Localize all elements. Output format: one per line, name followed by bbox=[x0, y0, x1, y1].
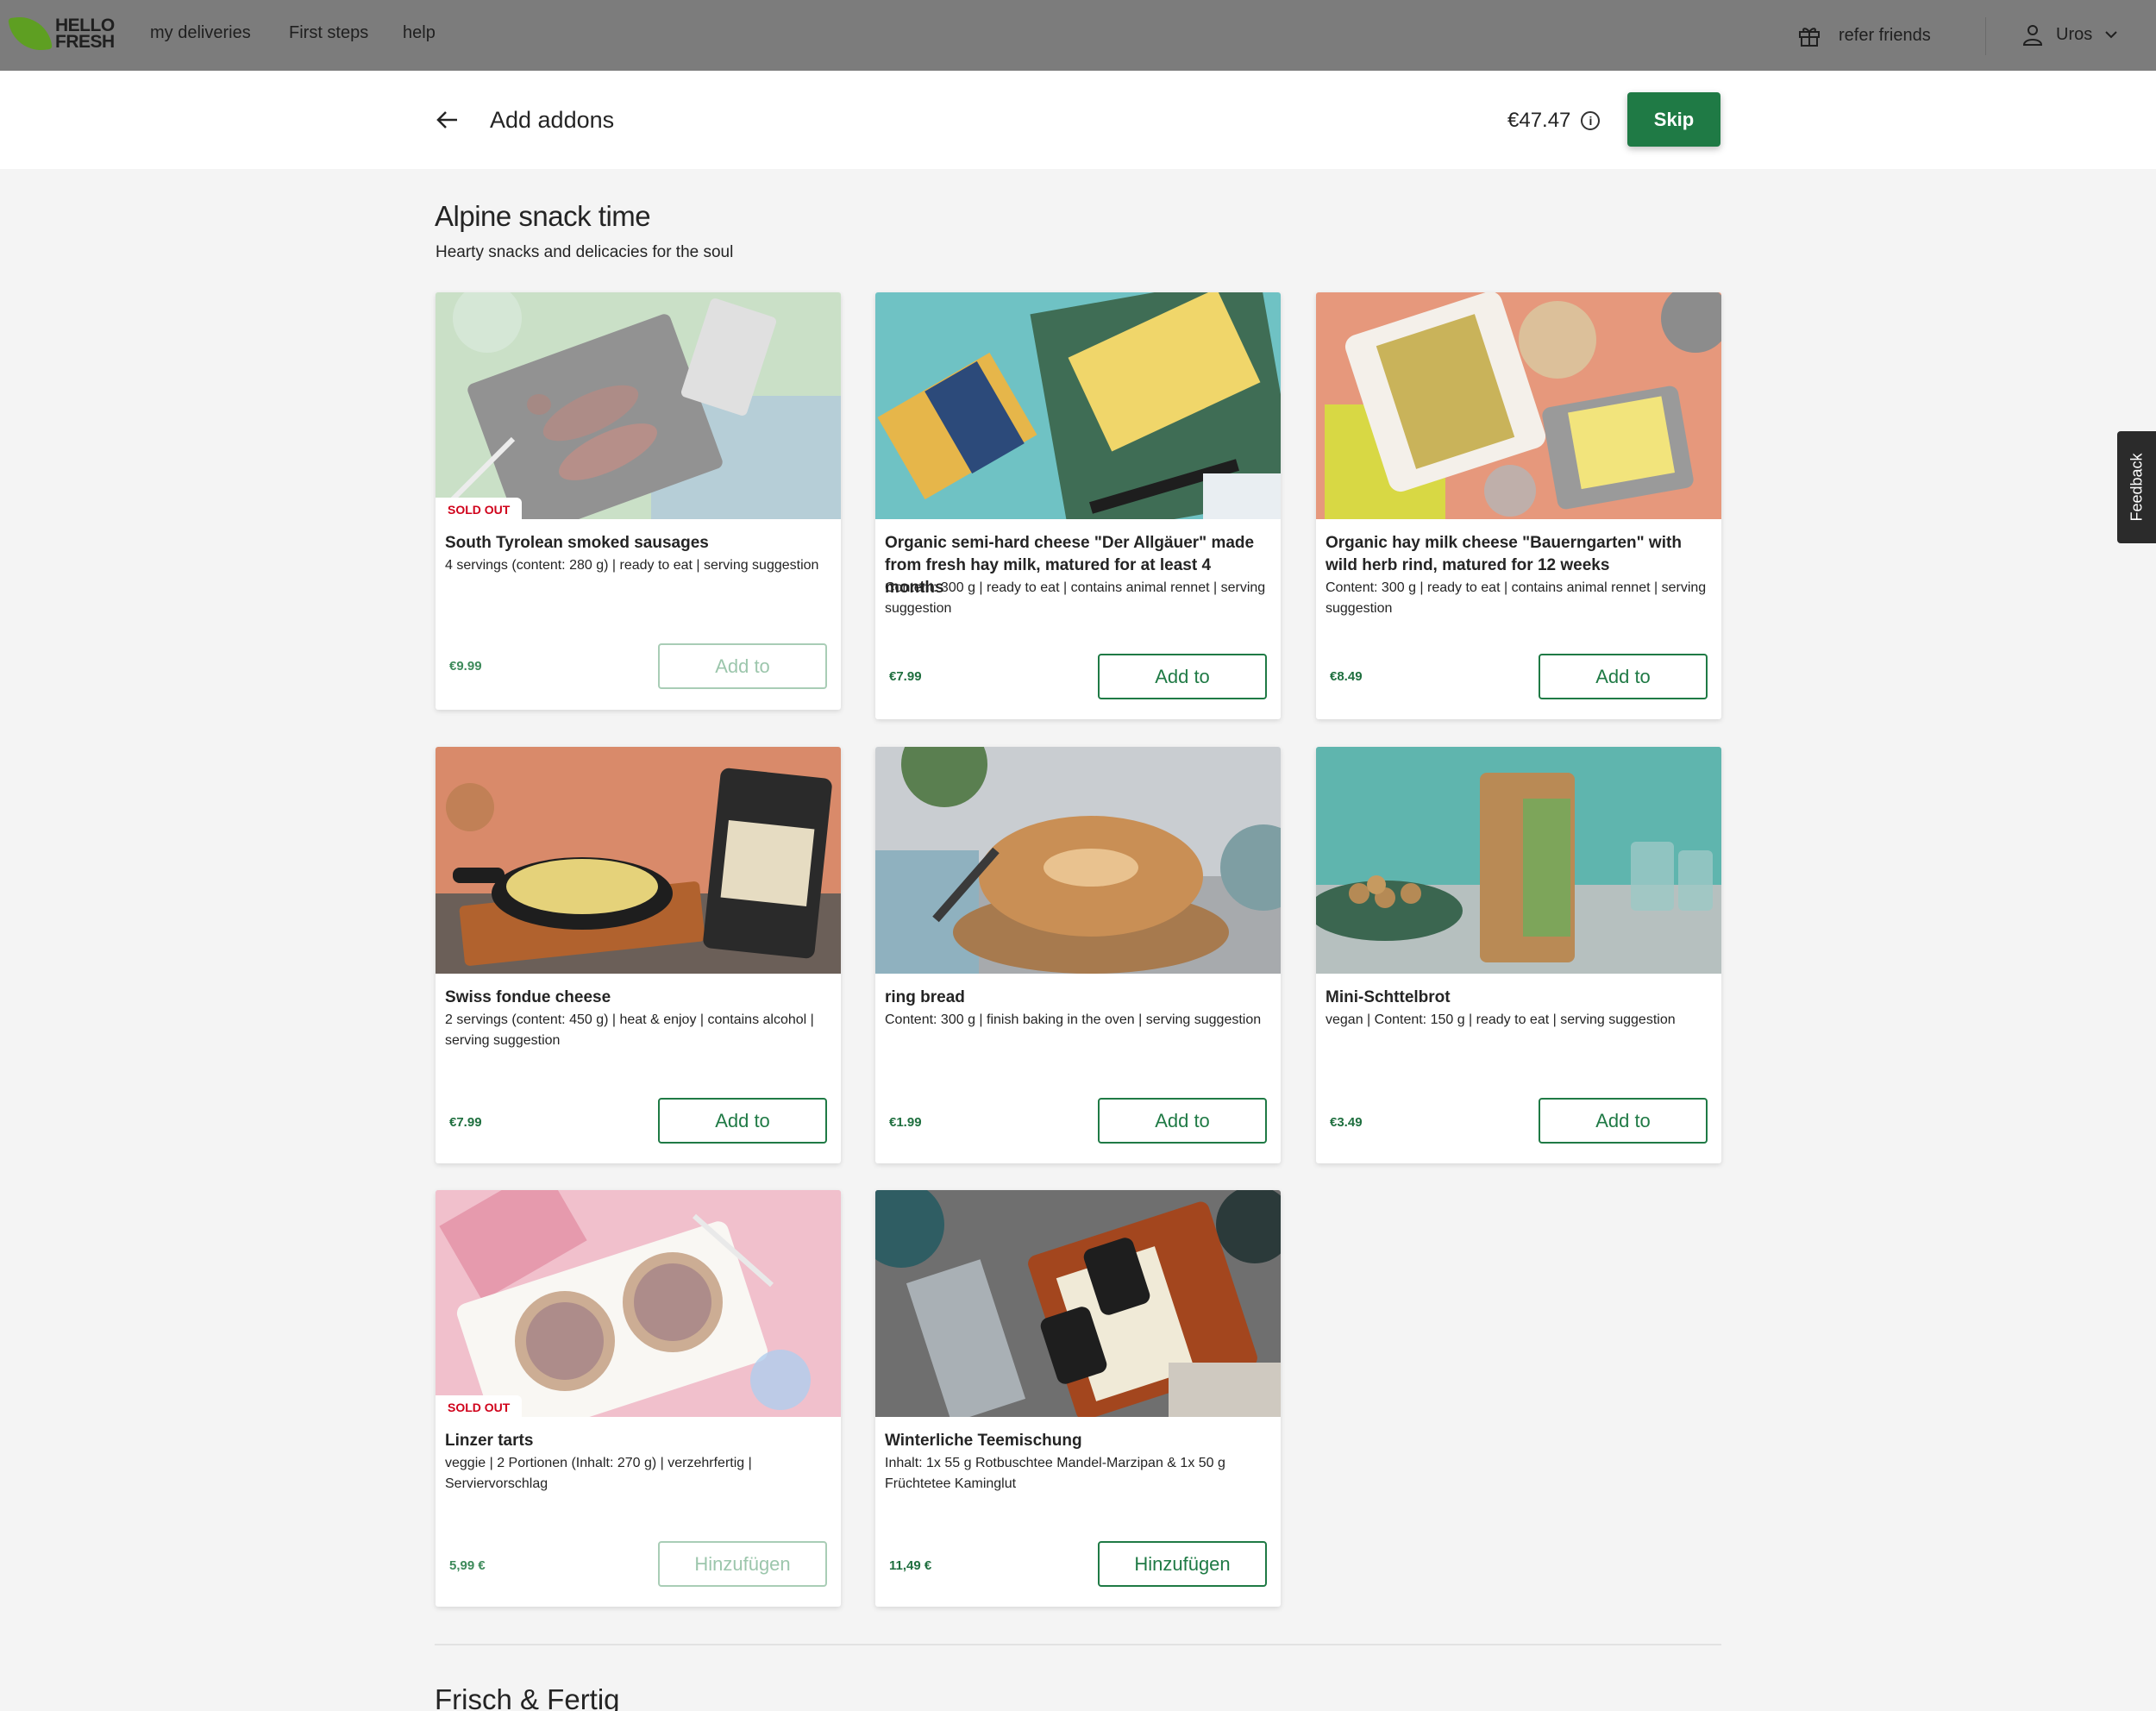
product-image[interactable] bbox=[436, 747, 841, 974]
add-to-button[interactable]: Add to bbox=[1539, 1098, 1708, 1144]
add-to-button[interactable]: Add to bbox=[658, 643, 827, 689]
add-to-button[interactable]: Add to bbox=[1098, 654, 1267, 699]
back-arrow-icon[interactable] bbox=[435, 107, 461, 133]
product-price: 5,99 € bbox=[449, 1558, 486, 1573]
page-header: Add addons €47.47 i Skip bbox=[0, 71, 2156, 169]
product-image[interactable] bbox=[875, 747, 1281, 974]
product-description: Content: 300 g | finish baking in the ov… bbox=[885, 1012, 1262, 1027]
nav-divider bbox=[1985, 17, 1986, 55]
add-to-button[interactable]: Hinzufügen bbox=[1098, 1541, 1267, 1587]
product-card: Mini-Schttelbrot vegan | Content: 150 g … bbox=[1316, 747, 1721, 1163]
add-to-button[interactable]: Add to bbox=[658, 1098, 827, 1144]
chevron-down-icon bbox=[2105, 31, 2117, 39]
product-name: Organic hay milk cheese "Bauerngarten" w… bbox=[1326, 534, 1682, 574]
product-card: ring bread Content: 300 g | finish bakin… bbox=[875, 747, 1281, 1163]
info-icon[interactable]: i bbox=[1581, 111, 1601, 130]
gift-icon bbox=[1799, 28, 1820, 47]
user-menu[interactable]: Uros bbox=[2021, 23, 2118, 46]
product-description: Content: 300 g | ready to eat | contains… bbox=[885, 580, 1266, 616]
product-image[interactable] bbox=[1316, 292, 1721, 519]
order-total: €47.47 i bbox=[1507, 109, 1601, 133]
feedback-tab[interactable]: Feedback bbox=[2117, 431, 2156, 543]
product-card: Swiss fondue cheese 2 servings (content:… bbox=[436, 747, 841, 1163]
product-description: Content: 300 g | ready to eat | contains… bbox=[1326, 580, 1707, 616]
product-description: Inhalt: 1x 55 g Rotbuschtee Mandel-Marzi… bbox=[885, 1456, 1225, 1491]
product-price: €1.99 bbox=[889, 1115, 922, 1130]
product-card: Organic hay milk cheese "Bauerngarten" w… bbox=[1316, 292, 1721, 719]
next-section-title: Frisch & Fertig bbox=[435, 1683, 620, 1711]
product-description: veggie | 2 Portionen (Inhalt: 270 g) | v… bbox=[445, 1456, 752, 1491]
product-description: 4 servings (content: 280 g) | ready to e… bbox=[445, 558, 819, 573]
top-navigation: HELLO FRESH my deliveries First steps he… bbox=[0, 0, 2156, 71]
product-description: 2 servings (content: 450 g) | heat & enj… bbox=[445, 1012, 814, 1048]
product-card: SOLD OUT South Tyrolean smoked sausages … bbox=[436, 292, 841, 710]
refer-friends-link[interactable]: refer friends bbox=[1797, 23, 1931, 47]
add-to-button[interactable]: Hinzufügen bbox=[658, 1541, 827, 1587]
product-card: Winterliche Teemischung Inhalt: 1x 55 g … bbox=[875, 1190, 1281, 1607]
product-price: €7.99 bbox=[449, 1115, 482, 1130]
refer-friends-label: refer friends bbox=[1839, 25, 1931, 45]
user-name: Uros bbox=[2056, 24, 2093, 44]
sold-out-badge: SOLD OUT bbox=[436, 1395, 523, 1418]
product-image[interactable] bbox=[875, 292, 1281, 519]
skip-button[interactable]: Skip bbox=[1627, 92, 1720, 147]
product-image[interactable] bbox=[875, 1190, 1281, 1417]
nav-first-steps[interactable]: First steps bbox=[289, 23, 368, 43]
nav-help[interactable]: help bbox=[403, 23, 436, 43]
product-name: Linzer tarts bbox=[445, 1432, 534, 1450]
order-total-value: €47.47 bbox=[1507, 109, 1571, 132]
add-to-button[interactable]: Add to bbox=[1098, 1098, 1267, 1144]
product-image[interactable] bbox=[436, 292, 841, 519]
product-name: Mini-Schttelbrot bbox=[1326, 988, 1451, 1006]
product-price: €7.99 bbox=[889, 669, 922, 684]
product-image[interactable] bbox=[436, 1190, 841, 1417]
hellofresh-logo[interactable]: HELLO FRESH bbox=[8, 13, 115, 54]
logo-text-line2: FRESH bbox=[55, 32, 115, 52]
section-subtitle: Hearty snacks and delicacies for the sou… bbox=[436, 243, 734, 261]
section-divider bbox=[435, 1644, 1721, 1645]
page-title: Add addons bbox=[490, 107, 615, 133]
nav-my-deliveries[interactable]: my deliveries bbox=[150, 23, 251, 43]
product-price: 11,49 € bbox=[889, 1558, 932, 1573]
product-name: Swiss fondue cheese bbox=[445, 988, 611, 1006]
sold-out-badge: SOLD OUT bbox=[436, 498, 523, 520]
product-name: Winterliche Teemischung bbox=[885, 1432, 1082, 1450]
product-name: ring bread bbox=[885, 988, 965, 1006]
product-image[interactable] bbox=[1316, 747, 1721, 974]
product-price: €3.49 bbox=[1330, 1115, 1363, 1130]
user-icon bbox=[2022, 25, 2043, 46]
section-title: Alpine snack time bbox=[435, 200, 651, 232]
product-description: vegan | Content: 150 g | ready to eat | … bbox=[1326, 1012, 1676, 1027]
add-to-button[interactable]: Add to bbox=[1539, 654, 1708, 699]
product-price: €8.49 bbox=[1330, 669, 1363, 684]
feedback-label: Feedback bbox=[2128, 453, 2145, 522]
leaf-logo-icon bbox=[8, 13, 53, 54]
product-card: SOLD OUT Linzer tarts veggie | 2 Portion… bbox=[436, 1190, 841, 1607]
product-price: €9.99 bbox=[449, 659, 482, 674]
product-card: Organic semi-hard cheese "Der Allgäuer" … bbox=[875, 292, 1281, 719]
product-name: South Tyrolean smoked sausages bbox=[445, 534, 709, 552]
